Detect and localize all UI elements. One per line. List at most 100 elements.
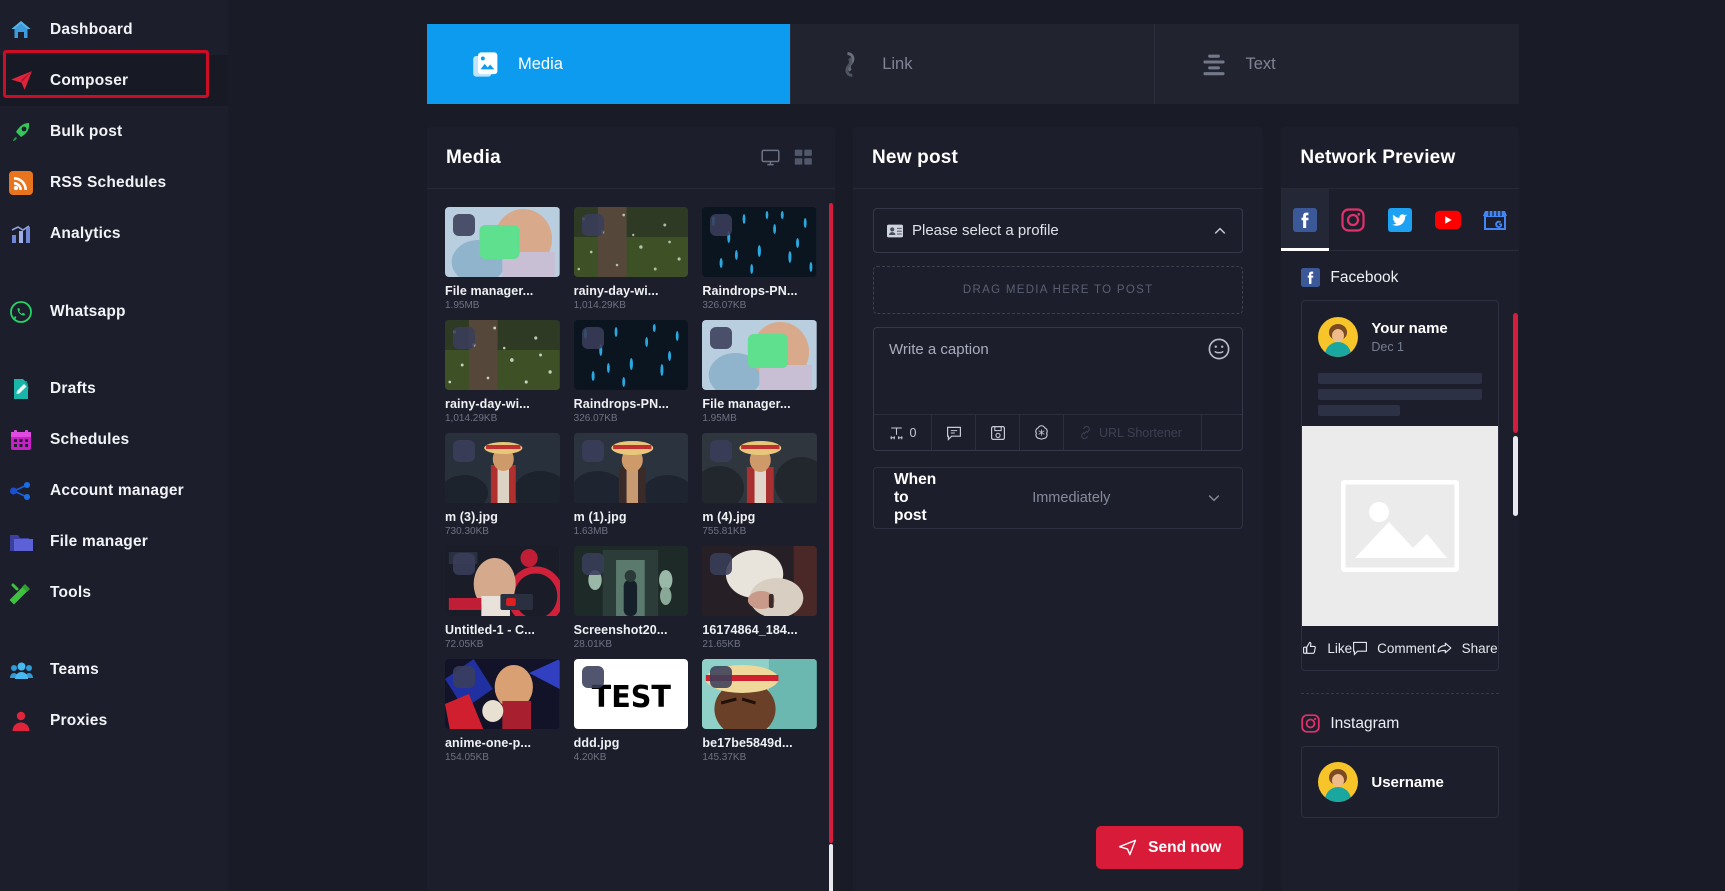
sidebar-item-composer[interactable]: Composer bbox=[0, 55, 228, 106]
instagram-icon bbox=[1301, 714, 1321, 733]
media-item[interactable]: rainy-day-wi... 1,014.29KB bbox=[445, 320, 560, 424]
media-grid-scroll[interactable]: File manager... 1.95MB rainy-day-wi... 1… bbox=[427, 189, 835, 891]
select-checkbox[interactable] bbox=[710, 214, 733, 236]
media-item[interactable]: Raindrops-PN... 326.07KB bbox=[573, 320, 689, 424]
preview-scrollbar-track[interactable] bbox=[1512, 313, 1518, 433]
media-item-size: 72.05KB bbox=[445, 639, 484, 650]
network-preview-scroll[interactable]: Facebook Your name Dec 1 Like Comment Sh… bbox=[1281, 251, 1518, 891]
profile-select[interactable]: Please select a profile bbox=[873, 208, 1244, 253]
select-checkbox[interactable] bbox=[581, 666, 604, 688]
media-item[interactable]: m (3).jpg 730.30KB bbox=[445, 433, 560, 537]
sidebar-item-whatsapp[interactable]: Whatsapp bbox=[0, 286, 228, 337]
url-shortener-button[interactable]: URL Shortener bbox=[1064, 415, 1203, 450]
caption-input[interactable]: Write a caption bbox=[874, 328, 1242, 414]
new-post-panel: New post Please select a profile DRAG ME… bbox=[853, 127, 1264, 891]
sidebar-item-tools[interactable]: Tools bbox=[0, 567, 228, 618]
sidebar-item-account-manager[interactable]: Account manager bbox=[0, 465, 228, 516]
media-item-name: ddd.jpg bbox=[573, 736, 620, 750]
tab-text[interactable]: Text bbox=[1155, 24, 1519, 104]
media-item[interactable]: anime-one-p... 154.05KB bbox=[445, 659, 560, 763]
drag-media-dropzone[interactable]: DRAG MEDIA HERE TO POST bbox=[873, 266, 1244, 314]
select-checkbox[interactable] bbox=[453, 327, 475, 349]
profile-select-label: Please select a profile bbox=[912, 222, 1059, 239]
media-item[interactable]: File manager... 1.95MB bbox=[445, 207, 560, 311]
tab-media[interactable]: Media bbox=[427, 24, 792, 104]
select-checkbox[interactable] bbox=[710, 666, 733, 688]
media-item[interactable]: be17be5849d... 145.37KB bbox=[702, 659, 817, 763]
media-item[interactable]: Raindrops-PN... 326.07KB bbox=[702, 207, 817, 311]
select-checkbox[interactable] bbox=[453, 666, 475, 688]
ai-assist-button[interactable] bbox=[1020, 415, 1064, 450]
select-checkbox[interactable] bbox=[581, 214, 604, 236]
toolbar-extra[interactable] bbox=[1202, 415, 1242, 450]
social-tab-facebook[interactable] bbox=[1281, 189, 1330, 251]
preview-scrollbar-thumb[interactable] bbox=[1512, 436, 1518, 516]
select-checkbox[interactable] bbox=[581, 553, 604, 575]
save-button[interactable] bbox=[976, 415, 1020, 450]
whatsapp-icon bbox=[8, 299, 34, 325]
sidebar-item-label: Tools bbox=[50, 583, 92, 601]
media-item[interactable]: TEST ddd.jpg 4.20KB bbox=[573, 659, 689, 763]
sidebar-item-bulk-post[interactable]: Bulk post bbox=[0, 106, 228, 157]
media-item[interactable]: Untitled-1 - C... 72.05KB bbox=[445, 546, 560, 650]
social-tab-instagram[interactable] bbox=[1329, 189, 1376, 250]
media-item-name: m (4).jpg bbox=[702, 510, 756, 524]
select-checkbox[interactable] bbox=[581, 440, 604, 462]
media-scrollbar-thumb[interactable] bbox=[829, 844, 833, 891]
grid-view-icon[interactable] bbox=[794, 148, 813, 167]
media-item[interactable]: File manager... 1.95MB bbox=[702, 320, 817, 424]
select-checkbox[interactable] bbox=[453, 440, 475, 462]
social-tab-youtube[interactable] bbox=[1424, 189, 1471, 250]
chevron-down-icon[interactable] bbox=[1206, 490, 1222, 506]
facebook-user-meta: Your name Dec 1 bbox=[1371, 320, 1447, 354]
sidebar-item-drafts[interactable]: Drafts bbox=[0, 363, 228, 414]
social-tab-google-business[interactable] bbox=[1471, 189, 1518, 250]
send-now-button[interactable]: Send now bbox=[1096, 826, 1244, 869]
chevron-up-icon[interactable] bbox=[1212, 223, 1228, 239]
paper-plane-icon bbox=[8, 68, 34, 94]
facebook-action-bar: Like Comment Share bbox=[1302, 626, 1498, 670]
character-count: 0 bbox=[874, 415, 932, 450]
select-checkbox[interactable] bbox=[453, 214, 475, 236]
media-item[interactable]: m (1).jpg 1.63MB bbox=[573, 433, 689, 537]
like-button[interactable]: Like bbox=[1302, 640, 1352, 656]
select-checkbox[interactable] bbox=[710, 327, 733, 349]
select-checkbox[interactable] bbox=[710, 440, 733, 462]
url-shortener-label: URL Shortener bbox=[1099, 425, 1182, 440]
emoji-smiley-icon[interactable] bbox=[1208, 338, 1230, 360]
tab-link[interactable]: Link bbox=[791, 24, 1156, 104]
sidebar-item-rss-schedules[interactable]: RSS Schedules bbox=[0, 157, 228, 208]
link-icon bbox=[836, 50, 865, 79]
select-checkbox[interactable] bbox=[581, 327, 604, 349]
sidebar-item-teams[interactable]: Teams bbox=[0, 644, 228, 695]
sidebar-item-schedules[interactable]: Schedules bbox=[0, 414, 228, 465]
media-thumbnail bbox=[573, 207, 689, 277]
monitor-view-icon[interactable] bbox=[761, 148, 780, 167]
comment-label: Comment bbox=[1377, 640, 1436, 656]
sidebar-item-label: Proxies bbox=[50, 711, 108, 729]
panels-row: Media File manager... 1.95MB rainy-day-w… bbox=[427, 127, 1519, 891]
media-item-name: be17be5849d... bbox=[702, 736, 793, 750]
comment-button[interactable] bbox=[932, 415, 976, 450]
sidebar-item-analytics[interactable]: Analytics bbox=[0, 208, 228, 259]
comment-button[interactable]: Comment bbox=[1352, 640, 1436, 656]
sidebar-item-proxies[interactable]: Proxies bbox=[0, 695, 228, 746]
when-to-post-value: Immediately bbox=[1032, 490, 1111, 506]
share-button[interactable]: Share bbox=[1436, 640, 1498, 656]
image-icon bbox=[472, 50, 501, 79]
when-to-post-select[interactable]: When to post Immediately bbox=[873, 467, 1244, 529]
sidebar-item-dashboard[interactable]: Dashboard bbox=[0, 4, 228, 55]
media-item[interactable]: m (4).jpg 755.81KB bbox=[702, 433, 817, 537]
select-checkbox[interactable] bbox=[710, 553, 733, 575]
media-item[interactable]: 16174864_184... 21.65KB bbox=[702, 546, 817, 650]
select-checkbox[interactable] bbox=[453, 553, 475, 575]
media-item[interactable]: rainy-day-wi... 1,014.29KB bbox=[573, 207, 689, 311]
sidebar-item-file-manager[interactable]: File manager bbox=[0, 516, 228, 567]
media-item-size: 755.81KB bbox=[702, 526, 747, 537]
sidebar-item-label: Dashboard bbox=[50, 20, 133, 38]
media-scrollbar-track[interactable] bbox=[829, 203, 833, 843]
media-item[interactable]: Screenshot20... 28.01KB bbox=[573, 546, 689, 650]
social-tab-twitter[interactable] bbox=[1376, 189, 1423, 250]
